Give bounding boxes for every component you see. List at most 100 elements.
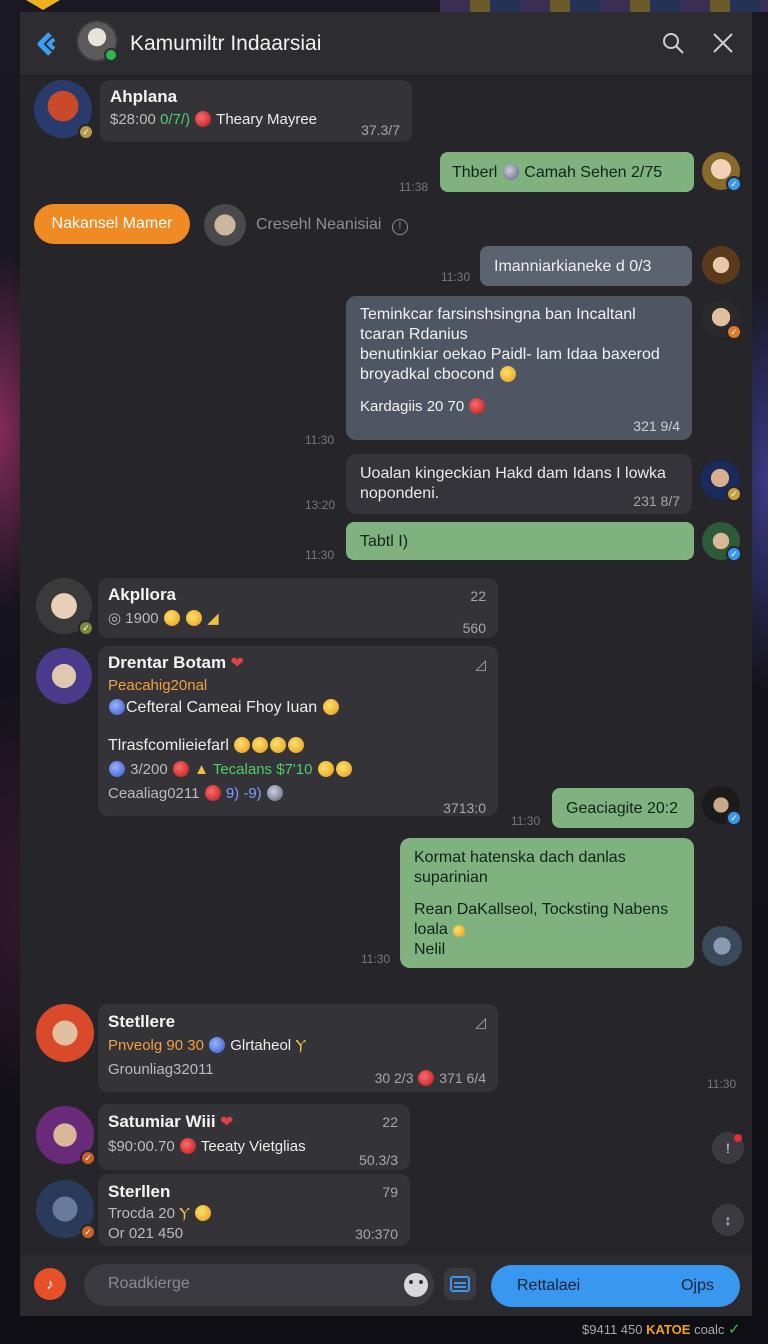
message-bubble[interactable]: Drentar Botam ❤ Peacahig20nal Cefteral C… <box>98 646 498 816</box>
avatar[interactable]: ✓ <box>36 578 94 636</box>
sender-name: Sterllen <box>108 1182 171 1201</box>
message-line: Ceaaliag0211 <box>108 785 200 802</box>
alert-icon: ! <box>726 1140 730 1156</box>
message-line: broyadkal cbocond <box>360 366 495 383</box>
emoji-icon <box>234 737 251 753</box>
message-line: Or 021 450 <box>108 1225 184 1242</box>
search-button[interactable] <box>656 26 690 60</box>
message-line: tcaran Rdanius <box>360 326 468 343</box>
message-bubble[interactable]: Teminkcar farsinshsingna ban Incaltanl t… <box>346 296 692 440</box>
message-bubble[interactable]: Thberl Camah Sehen 2/75 <box>440 152 694 192</box>
message-line: Uoalan kingeckian Hakd dam Idans I lowka <box>360 465 666 482</box>
close-icon <box>713 33 733 53</box>
message-bubble[interactable]: Geaciagite 20:2 <box>552 788 694 828</box>
voice-button[interactable]: ♪ <box>34 1268 66 1300</box>
back-arrow-icon[interactable] <box>34 30 62 58</box>
emoji-icon <box>270 737 287 753</box>
message-text: Geaciagite 20:2 <box>566 800 679 817</box>
emoji-icon <box>195 111 212 127</box>
timestamp: 11:30 <box>305 433 335 447</box>
message-input[interactable]: Roadkierge <box>84 1264 434 1306</box>
message-text: Imanniarkianeke d 0/3 <box>494 258 652 275</box>
sender-name: Akpllora <box>108 585 177 604</box>
avatar[interactable]: ✓ <box>702 152 742 192</box>
message-bubble[interactable]: Stetllere Pnveolg 90 30 Glrtaheol Ⲩ Grou… <box>98 1004 498 1092</box>
message-meta: 37.3/7 <box>361 122 400 138</box>
avatar[interactable]: ✓ <box>36 1106 96 1166</box>
status-text: Cresehl Neanisiai <box>256 216 382 233</box>
heart-icon: ❤ <box>230 655 244 672</box>
send-button[interactable]: Rettalaei Ojps <box>491 1265 740 1307</box>
message-bubble[interactable]: Satumiar Wiii ❤ $90:00.70 Teeaty Vietgli… <box>98 1104 410 1170</box>
avatar[interactable] <box>36 1004 94 1062</box>
message-bubble[interactable]: Sterllen Trocda 20 Ⲩ Or 021 450 79 30:37… <box>98 1174 410 1246</box>
timestamp: 11:30 <box>511 814 541 828</box>
emoji-icon <box>499 366 516 382</box>
microphone-icon: ♪ <box>46 1275 54 1293</box>
avatar[interactable] <box>702 246 740 284</box>
search-icon <box>663 33 684 54</box>
message-line: Teeaty Vietglias <box>200 1138 306 1155</box>
warning-icon: ▲ <box>194 761 209 778</box>
info-icon[interactable]: ! <box>391 219 408 235</box>
message-meta: 79 <box>382 1184 398 1200</box>
avatar[interactable] <box>36 648 92 704</box>
avatar[interactable]: ✓ <box>36 1180 96 1240</box>
timestamp: 11:30 <box>441 270 471 284</box>
message-line: Rean DaKallseol, Tocksting Nabens <box>414 901 669 918</box>
emoji-icon <box>172 761 189 777</box>
emoji-icon <box>266 785 283 801</box>
message-meta: 231 8/7 <box>633 493 680 509</box>
message-meta: 560 <box>462 620 486 636</box>
attach-button[interactable] <box>444 1268 476 1300</box>
emoji-icon <box>322 699 339 715</box>
count-text: 0/7/) <box>160 111 191 128</box>
avatar[interactable]: ✓ <box>702 300 742 340</box>
message-line: Cefteral Cameai Fhoy Iuan <box>126 699 318 716</box>
emoji-icon <box>288 737 305 753</box>
message-meta: 50.3/3 <box>359 1152 398 1168</box>
avatar[interactable]: ✓ <box>702 522 742 562</box>
avatar[interactable]: ✓ <box>34 80 94 140</box>
message-line: 3/200 <box>130 761 168 778</box>
emoji-icon: ◢ <box>207 610 219 627</box>
timestamp: 11:30 <box>305 548 335 562</box>
background-thumbnails <box>440 0 768 12</box>
message-bubble[interactable]: Imanniarkianeke d 0/3 <box>480 246 692 286</box>
message-bubble[interactable]: Ahplana $28:00 0/7/) Theary Mayree 37.3/… <box>100 80 412 142</box>
message-bubble[interactable]: Akpllora ◎ 1900 ◢ 22 560 <box>98 578 498 638</box>
message-text: Thberl <box>452 164 498 181</box>
message-line: Kormat hatenska dach danlas <box>414 849 626 866</box>
avatar[interactable]: ✓ <box>700 460 742 502</box>
message-bubble[interactable]: Uoalan kingeckian Hakd dam Idans I lowka… <box>346 454 692 514</box>
avatar[interactable]: ✓ <box>702 786 742 826</box>
action-pill-button[interactable]: Nakansel Mamer <box>34 204 190 244</box>
avatar[interactable] <box>204 204 246 246</box>
emoji-icon <box>109 699 125 715</box>
message-bubble[interactable]: Kormat hatenska dach danlas suparinian R… <box>400 838 694 968</box>
edit-icon[interactable]: ◿ <box>475 654 486 674</box>
alert-dot <box>734 1134 742 1142</box>
chat-avatar[interactable] <box>76 20 118 62</box>
avatar[interactable] <box>702 926 742 966</box>
message-text: Camah Sehen 2/75 <box>524 164 663 181</box>
footer-text: coalc <box>694 1322 725 1337</box>
message-meta: 22 <box>382 1114 398 1130</box>
footer-text: $9411 450 <box>582 1322 643 1337</box>
emoji-icon <box>204 785 221 801</box>
message-line: Pnveolg 90 30 <box>108 1037 204 1054</box>
message-bubble[interactable]: Tabtl I) <box>346 522 694 560</box>
edit-icon[interactable]: ◿ <box>475 1012 486 1032</box>
emoji-icon <box>179 1138 196 1154</box>
message-meta: 321 9/4 <box>633 418 680 434</box>
emoji-button[interactable] <box>404 1273 428 1297</box>
sender-name: Ahplana <box>110 87 178 106</box>
message-line: Trocda 20 <box>108 1205 175 1222</box>
scroll-down-button[interactable]: ↕ <box>712 1204 744 1236</box>
sender-name: Satumiar Wiii <box>108 1112 216 1131</box>
message-meta: 22 <box>470 588 486 604</box>
close-button[interactable] <box>706 26 740 60</box>
notification-button[interactable]: ! <box>712 1132 744 1164</box>
trophy-icon: Ⲩ <box>179 1205 190 1222</box>
smile-icon <box>409 1280 413 1284</box>
